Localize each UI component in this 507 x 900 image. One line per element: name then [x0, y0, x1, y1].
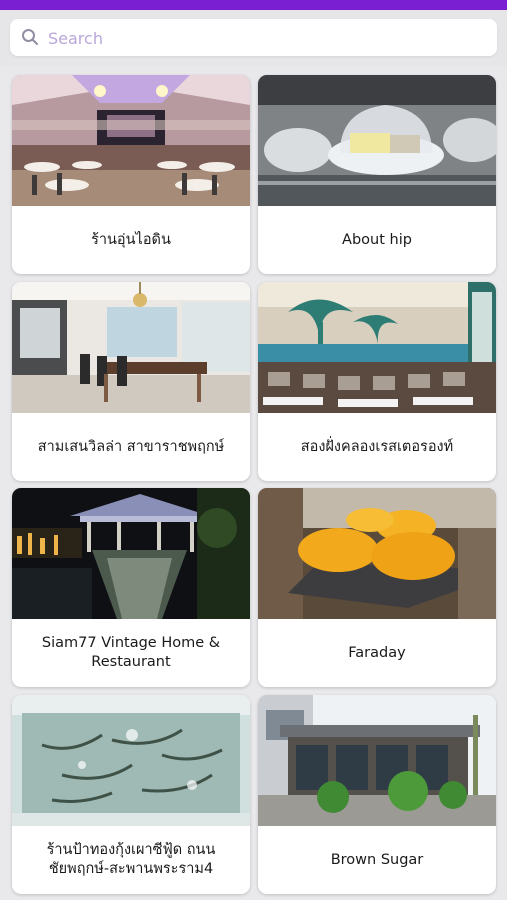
restaurant-photo	[258, 282, 496, 413]
restaurant-card[interactable]: Siam77 Vintage Home & Restaurant	[12, 488, 250, 687]
restaurant-grid: ร้านอุ่นไอดิน About hip สามเสนวิลล่า สาข…	[0, 66, 507, 900]
restaurant-photo	[12, 488, 250, 619]
restaurant-name: Siam77 Vintage Home & Restaurant	[41, 635, 221, 670]
restaurant-photo	[258, 488, 496, 619]
search-input[interactable]	[46, 19, 490, 58]
search-icon	[22, 29, 38, 45]
restaurant-name: ร้านป้าทองกุ้งเผาซีฟู้ด ถนนชัยพฤกษ์-สะพา…	[46, 842, 216, 877]
restaurant-photo	[12, 695, 250, 826]
restaurant-card[interactable]: ร้านป้าทองกุ้งเผาซีฟู้ด ถนนชัยพฤกษ์-สะพา…	[12, 695, 250, 894]
restaurant-name: สามเสนวิลล่า สาขาราชพฤกษ์	[37, 438, 225, 455]
restaurant-card[interactable]: About hip	[258, 75, 496, 274]
restaurant-card[interactable]: สามเสนวิลล่า สาขาราชพฤกษ์	[12, 282, 250, 481]
restaurant-card[interactable]: Brown Sugar	[258, 695, 496, 894]
restaurant-photo	[258, 75, 496, 206]
restaurant-name: About hip	[342, 231, 412, 248]
restaurant-card[interactable]: ร้านอุ่นไอดิน	[12, 75, 250, 274]
restaurant-photo	[258, 695, 496, 826]
restaurant-photo	[12, 75, 250, 206]
search-box[interactable]	[10, 19, 497, 58]
restaurant-photo	[12, 282, 250, 413]
restaurant-card[interactable]: Faraday	[258, 488, 496, 687]
restaurant-name: สองฝั่งคลองเรสเตอรองท์	[300, 438, 454, 455]
restaurant-card[interactable]: สองฝั่งคลองเรสเตอรองท์	[258, 282, 496, 481]
restaurant-name: ร้านอุ่นไอดิน	[91, 231, 171, 248]
search-bar-area	[0, 10, 507, 66]
restaurant-name: Faraday	[348, 644, 406, 661]
top-status-bar	[0, 0, 507, 10]
restaurant-name: Brown Sugar	[330, 851, 424, 868]
